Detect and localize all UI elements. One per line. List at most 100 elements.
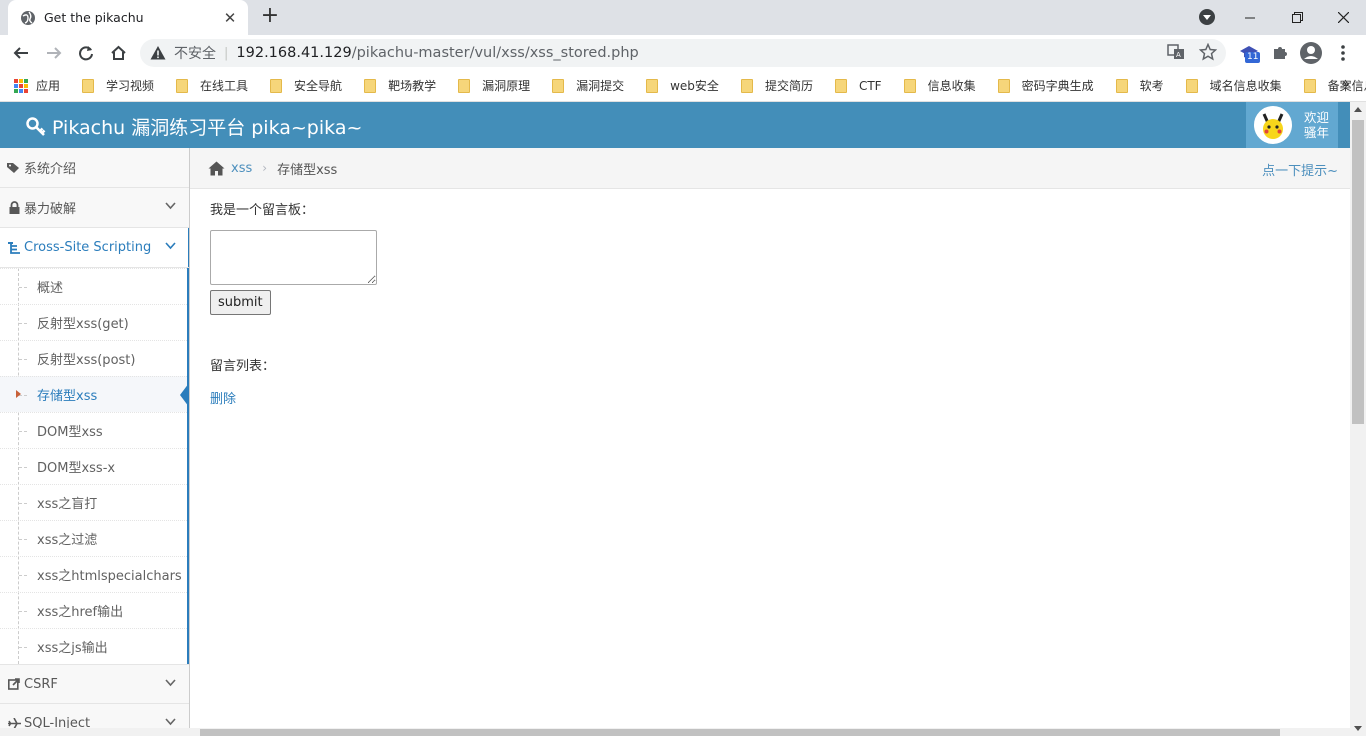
browser-tab[interactable]: Get the pikachu ✕ — [8, 0, 248, 35]
security-label[interactable]: 不安全 — [174, 43, 216, 63]
sidebar-item-csrf[interactable]: CSRF — [0, 664, 189, 704]
submenu-item-reflected-get[interactable]: 反射型xss(get) — [0, 304, 187, 340]
bookmarks-overflow-icon[interactable]: » — [1342, 77, 1350, 92]
minimize-button[interactable] — [1227, 0, 1273, 35]
hint-link[interactable]: 点一下提示~ — [1262, 160, 1338, 179]
forward-icon[interactable] — [41, 40, 67, 66]
bookmark-item[interactable]: 信息收集 — [903, 77, 976, 94]
submenu-item-label: xss之过滤 — [37, 533, 98, 548]
avatar — [1254, 106, 1292, 144]
reload-icon[interactable] — [73, 40, 99, 66]
user-menu[interactable]: 欢迎 骚年 — [1246, 102, 1338, 148]
folder-icon — [1303, 78, 1316, 93]
home-icon[interactable] — [208, 161, 225, 176]
folder-icon — [903, 78, 916, 93]
tab-search-icon[interactable] — [1199, 9, 1215, 25]
bookmark-item[interactable]: CTF — [834, 78, 882, 93]
folder-icon — [364, 78, 377, 93]
submenu-item-filter[interactable]: xss之过滤 — [0, 520, 187, 556]
submenu-item-overview[interactable]: 概述 — [0, 268, 187, 304]
folder-icon — [270, 78, 283, 93]
bookmarks-bar: 应用 学习视频 在线工具 安全导航 靶场教学 漏洞原理 漏洞提交 web安全 提交简历 CTF 信息… — [0, 70, 1366, 102]
share-icon — [7, 678, 21, 690]
submenu-item-stored[interactable]: 存储型xss — [0, 376, 189, 412]
bookmark-label: 学习视频 — [106, 79, 155, 93]
restore-button[interactable] — [1274, 0, 1320, 35]
horizontal-scrollbar[interactable] — [0, 728, 1350, 736]
bookmark-item[interactable]: 备案信息查询 — [1303, 77, 1366, 94]
sidebar-item-label: 系统介绍 — [24, 162, 77, 177]
tab-title: Get the pikachu — [44, 10, 144, 25]
bookmark-label: 漏洞提交 — [576, 79, 625, 93]
sidebar-item-bruteforce[interactable]: 暴力破解 — [0, 188, 189, 228]
chevron-down-icon — [165, 242, 176, 250]
brand[interactable]: Pikachu 漏洞练习平台 pika~pika~ — [26, 113, 362, 140]
submenu-item-dom-x[interactable]: DOM型xss-x — [0, 448, 187, 484]
bookmark-label: 在线工具 — [200, 79, 249, 93]
folder-icon — [834, 78, 847, 93]
submenu-item-label: xss之js输出 — [37, 641, 108, 656]
scrollbar-thumb[interactable] — [1352, 120, 1364, 424]
profile-avatar-icon[interactable] — [1298, 40, 1324, 66]
back-icon[interactable] — [8, 40, 34, 66]
submenu-item-blind[interactable]: xss之盲打 — [0, 484, 187, 520]
address-bar[interactable]: 不安全 | 192.168.41.129/pikachu-master/vul/… — [140, 39, 1226, 67]
delete-link[interactable]: 删除 — [210, 388, 1330, 407]
bookmark-item[interactable]: 学习视频 — [82, 77, 154, 94]
home-icon[interactable] — [105, 40, 131, 66]
extension-badge: 11 — [1245, 52, 1261, 63]
bookmark-item[interactable]: 漏洞原理 — [458, 77, 530, 94]
close-tab-icon[interactable]: ✕ — [222, 9, 238, 27]
browser-menu-icon[interactable] — [1330, 40, 1356, 66]
submenu-item-htmlspecialchars[interactable]: xss之htmlspecialchars — [0, 556, 187, 592]
active-indicator — [180, 383, 189, 407]
folder-icon — [552, 78, 565, 93]
bookmark-label: 提交简历 — [764, 79, 813, 93]
extensions-puzzle-icon[interactable] — [1267, 40, 1293, 66]
bookmark-item[interactable]: 在线工具 — [176, 77, 248, 94]
bookmark-item[interactable]: 漏洞提交 — [552, 77, 624, 94]
bookmark-item[interactable]: 软考 — [1115, 77, 1164, 94]
bookmark-item[interactable]: 密码字典生成 — [997, 77, 1094, 94]
bookmark-item[interactable]: 安全导航 — [270, 77, 342, 94]
bookmark-label: CTF — [858, 78, 882, 93]
vertical-scrollbar[interactable] — [1350, 102, 1366, 736]
submit-button[interactable]: submit — [210, 290, 271, 315]
submenu-item-reflected-post[interactable]: 反射型xss(post) — [0, 340, 187, 376]
new-tab-button[interactable]: + — [259, 5, 281, 28]
submenu-item-js[interactable]: xss之js输出 — [0, 628, 187, 664]
brand-title: Pikachu 漏洞练习平台 pika~pika~ — [52, 117, 363, 139]
scroll-up-icon[interactable] — [1354, 107, 1362, 112]
bookmark-item[interactable]: 应用 — [14, 77, 60, 94]
message-textarea[interactable] — [210, 230, 377, 285]
bookmark-label: 安全导航 — [294, 79, 343, 93]
bookmark-label: 漏洞原理 — [482, 79, 531, 93]
bookmark-item[interactable]: 靶场教学 — [364, 77, 436, 94]
bookmark-item[interactable]: 域名信息收集 — [1185, 77, 1282, 94]
message-board-label: 我是一个留言板： — [210, 203, 315, 218]
url-host: 192.168.41.129 — [236, 45, 352, 61]
breadcrumb-link-xss[interactable]: xss — [231, 161, 252, 176]
scrollbar-thumb[interactable] — [200, 729, 1280, 736]
sidebar-item-intro[interactable]: 系统介绍 — [0, 148, 189, 188]
breadcrumb: xss › 存储型xss 点一下提示~ — [190, 148, 1350, 189]
chevron-down-icon — [165, 202, 176, 210]
sidebar-item-xss[interactable]: Cross-Site Scripting — [0, 228, 189, 268]
scroll-down-icon[interactable] — [1354, 726, 1362, 731]
bookmark-label: 域名信息收集 — [1209, 79, 1282, 93]
username: 骚年 — [1304, 125, 1330, 140]
apps-icon — [14, 78, 28, 93]
sidebar-item-label: Cross-Site Scripting — [24, 240, 152, 255]
welcome-line: 欢迎 — [1304, 110, 1330, 125]
close-window-button[interactable] — [1320, 0, 1366, 35]
submenu-item-dom[interactable]: DOM型xss — [0, 412, 187, 448]
submenu-item-label: xss之href输出 — [37, 605, 124, 620]
bookmark-item[interactable]: 提交简历 — [740, 77, 813, 94]
submenu-item-href[interactable]: xss之href输出 — [0, 592, 187, 628]
bookmark-star-icon[interactable] — [1199, 43, 1217, 61]
folder-icon — [176, 78, 189, 93]
bookmark-item[interactable]: web安全 — [646, 77, 719, 94]
translate-icon[interactable]: A — [1167, 43, 1185, 61]
welcome-text: 欢迎 骚年 — [1304, 110, 1329, 140]
sitemap-icon — [7, 241, 21, 254]
